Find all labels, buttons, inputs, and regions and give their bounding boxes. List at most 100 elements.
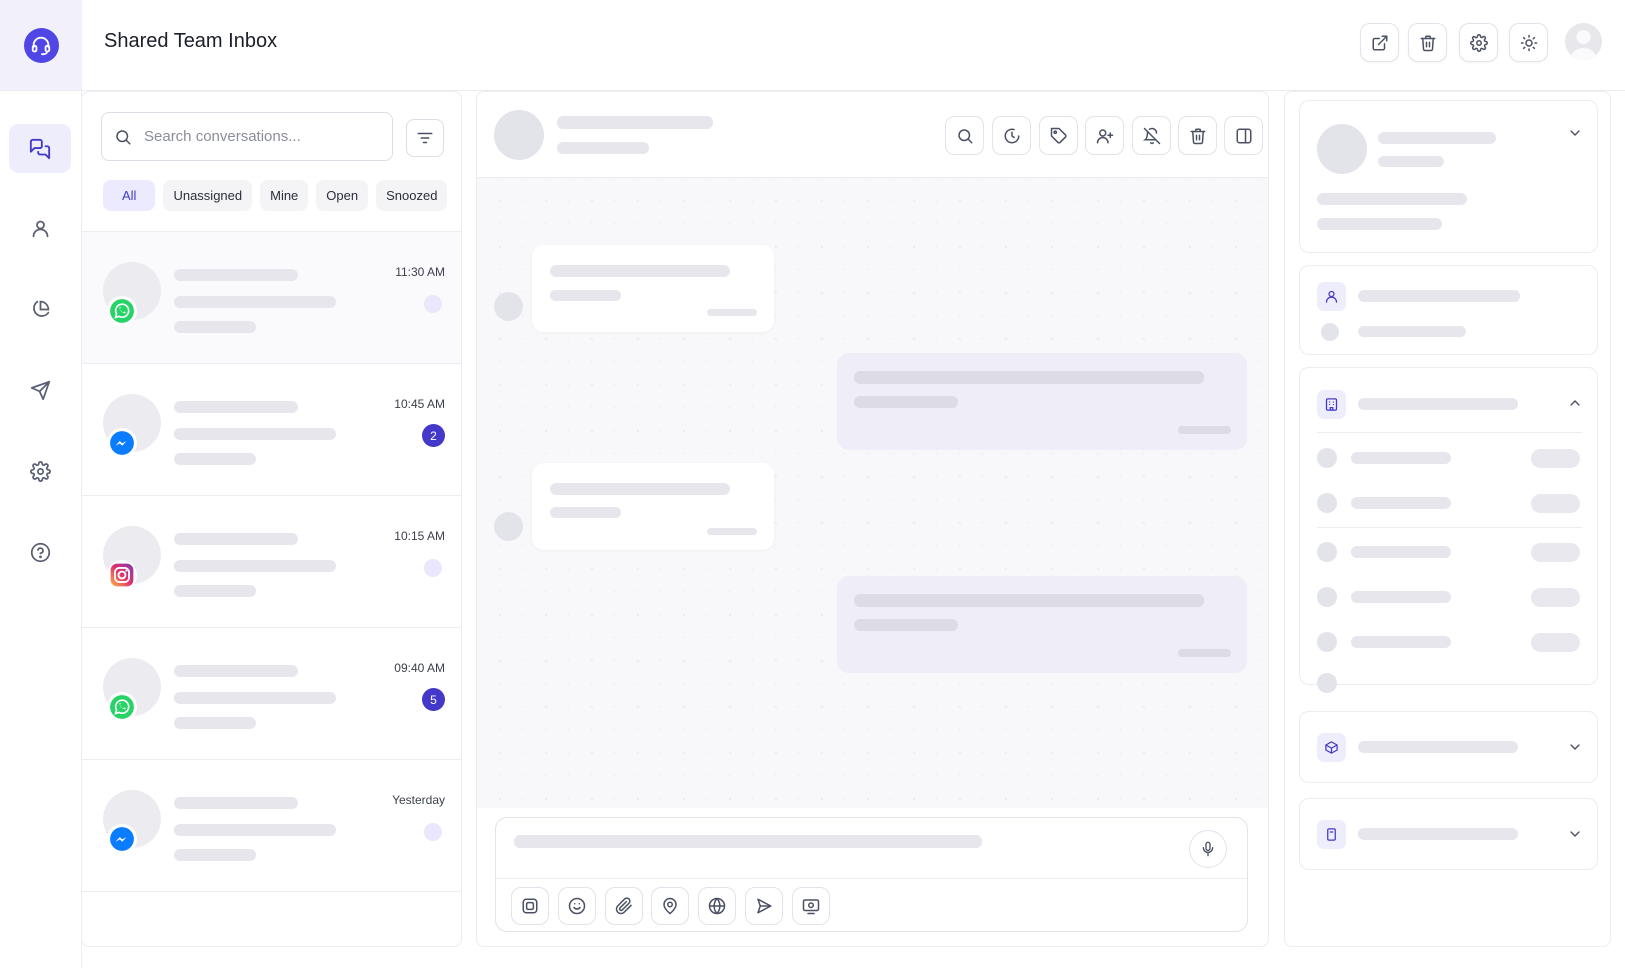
notes-card[interactable] xyxy=(1299,798,1598,870)
contact-name-placeholder xyxy=(174,665,298,677)
conversation-item[interactable]: 10:45 AM 2 xyxy=(82,364,461,496)
gear-icon xyxy=(1469,33,1488,52)
contact-avatar xyxy=(103,262,161,326)
trash-icon xyxy=(1419,34,1437,52)
instagram-icon xyxy=(107,560,137,590)
send-button[interactable] xyxy=(745,887,783,925)
whatsapp-icon xyxy=(107,296,137,326)
message-preview-placeholder xyxy=(174,560,336,572)
app-logo[interactable] xyxy=(0,0,82,91)
tab-open[interactable]: Open xyxy=(316,180,369,211)
search-input[interactable] xyxy=(144,128,374,145)
chat-bubbles-icon xyxy=(29,138,51,160)
template-button[interactable] xyxy=(511,887,549,925)
clipboard-icon xyxy=(1317,820,1346,849)
unread-badge: 5 xyxy=(422,688,445,711)
template-icon xyxy=(521,897,539,915)
chevron-down-icon[interactable] xyxy=(1567,125,1583,141)
conversation-time: 09:40 AM xyxy=(394,661,445,675)
mute-button[interactable] xyxy=(1132,116,1171,155)
globe-icon xyxy=(708,897,726,915)
voice-record-button[interactable] xyxy=(1189,830,1227,868)
assign-button[interactable] xyxy=(1085,116,1124,155)
outgoing-message xyxy=(837,353,1247,450)
rail-item-contacts[interactable] xyxy=(9,204,71,253)
conversation-item[interactable]: 09:40 AM 5 xyxy=(82,628,461,760)
message-composer[interactable] xyxy=(495,817,1248,932)
add-tag-button[interactable] xyxy=(1039,116,1078,155)
rail-item-settings[interactable] xyxy=(9,447,71,496)
outgoing-message xyxy=(837,576,1247,673)
send-icon xyxy=(755,897,773,915)
attributes-card xyxy=(1299,367,1598,693)
rail-item-help[interactable] xyxy=(9,528,71,577)
delete-button[interactable] xyxy=(1408,23,1447,62)
send-icon xyxy=(30,380,51,401)
incoming-message xyxy=(532,463,774,550)
tab-snoozed[interactable]: Snoozed xyxy=(376,180,448,211)
whatsapp-icon xyxy=(107,692,137,722)
search-icon xyxy=(956,127,974,145)
contact-avatar xyxy=(103,394,161,458)
tab-mine[interactable]: Mine xyxy=(260,180,309,211)
meta-placeholder xyxy=(174,321,256,333)
rail-item-campaigns[interactable] xyxy=(9,366,71,415)
contact-name-placeholder xyxy=(174,533,298,545)
theme-toggle-button[interactable] xyxy=(1509,23,1548,62)
unread-badge: 2 xyxy=(422,424,445,447)
search-icon xyxy=(114,128,132,146)
emoji-button[interactable] xyxy=(558,887,596,925)
chevron-down-icon[interactable] xyxy=(1567,739,1583,755)
microphone-icon xyxy=(1200,841,1216,857)
top-header: Shared Team Inbox xyxy=(82,0,1625,91)
assign-user-icon xyxy=(1096,127,1114,145)
conversation-item[interactable]: 11:30 AM xyxy=(82,232,461,364)
conversation-time: 11:30 AM xyxy=(395,265,445,279)
contact-avatar xyxy=(103,658,161,722)
avatar[interactable] xyxy=(1565,23,1602,60)
messenger-icon xyxy=(107,824,137,854)
settings-button[interactable] xyxy=(1459,23,1498,62)
translate-button[interactable] xyxy=(698,887,736,925)
page-title: Shared Team Inbox xyxy=(104,30,278,52)
rail-item-reports[interactable] xyxy=(9,285,71,334)
contact-avatar xyxy=(103,790,161,854)
media-icon xyxy=(802,897,820,915)
meta-placeholder xyxy=(174,585,256,597)
media-button[interactable] xyxy=(792,887,830,925)
tab-all[interactable]: All xyxy=(103,180,156,211)
conversation-item[interactable]: Yesterday xyxy=(82,760,461,892)
panel-toggle-icon xyxy=(1235,127,1253,145)
read-indicator xyxy=(424,295,442,313)
toggle-details-button[interactable] xyxy=(1224,116,1263,155)
chat-header xyxy=(477,92,1268,178)
search-chat-button[interactable] xyxy=(945,116,984,155)
chevron-down-icon[interactable] xyxy=(1567,826,1583,842)
conversation-item[interactable]: 10:15 AM xyxy=(82,496,461,628)
rail-item-inbox[interactable] xyxy=(9,124,71,173)
contact-avatar xyxy=(103,526,161,590)
location-button[interactable] xyxy=(651,887,689,925)
delete-chat-button[interactable] xyxy=(1178,116,1217,155)
external-link-icon xyxy=(1371,34,1389,52)
message-preview-placeholder xyxy=(174,824,336,836)
message-input-placeholder[interactable] xyxy=(514,835,982,848)
tag-icon xyxy=(1050,127,1068,145)
attach-button[interactable] xyxy=(605,887,643,925)
contact-profile-card xyxy=(1299,100,1598,253)
open-external-button[interactable] xyxy=(1360,23,1399,62)
contact-name-placeholder xyxy=(174,269,298,281)
sun-icon xyxy=(1520,34,1538,52)
snooze-button[interactable] xyxy=(992,116,1031,155)
read-indicator xyxy=(424,559,442,577)
search-box[interactable] xyxy=(101,112,393,161)
chevron-up-icon[interactable] xyxy=(1567,395,1583,411)
contact-avatar xyxy=(1317,124,1367,174)
filter-button[interactable] xyxy=(406,119,444,157)
contact-name-placeholder xyxy=(174,797,298,809)
tab-unassigned[interactable]: Unassigned xyxy=(163,180,253,211)
mute-icon xyxy=(1142,127,1161,145)
message-preview-placeholder xyxy=(174,296,336,308)
orders-card[interactable] xyxy=(1299,711,1598,783)
left-rail xyxy=(0,0,82,968)
